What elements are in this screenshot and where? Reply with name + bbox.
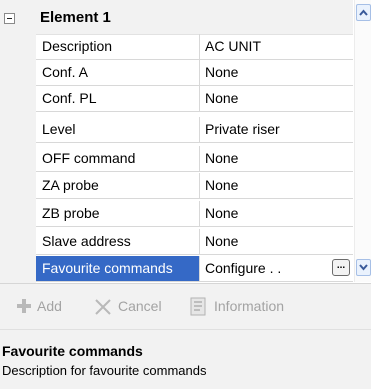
vertical-scrollbar[interactable] (354, 0, 371, 282)
property-name: Level (36, 117, 200, 142)
property-value[interactable]: AC UNIT (200, 34, 353, 59)
property-name: Conf. A (36, 60, 200, 85)
property-value[interactable]: Private riser (200, 117, 353, 142)
property-row-zb-probe[interactable]: ZB probe None (36, 201, 353, 227)
property-value[interactable]: None (200, 86, 353, 111)
grid-gutter (0, 34, 36, 283)
property-row-description[interactable]: Description AC UNIT (36, 34, 353, 60)
property-grid: Element 1 Description AC UNIT Conf. A No… (0, 0, 355, 283)
property-name: ZA probe (36, 173, 200, 198)
property-row-conf-pl[interactable]: Conf. PL None (36, 86, 353, 112)
property-value[interactable]: None (200, 229, 353, 254)
chevron-down-icon (359, 264, 368, 271)
group-title: Element 1 (40, 9, 111, 26)
property-name: ZB probe (36, 201, 200, 226)
property-name: OFF command (36, 146, 200, 171)
property-row-za-probe[interactable]: ZA probe None (36, 173, 353, 199)
ellipsis-button[interactable]: ... (332, 259, 350, 276)
chevron-up-icon (359, 9, 368, 16)
description-text: Description for favourite commands (2, 363, 207, 378)
toolbar: Add Cancel Information (0, 283, 371, 329)
property-row-slave-address[interactable]: Slave address None (36, 229, 353, 255)
property-value[interactable]: None (200, 146, 353, 171)
property-value[interactable]: None (200, 201, 353, 226)
cancel-label: Cancel (118, 298, 162, 314)
scroll-down-button[interactable] (356, 259, 371, 276)
property-row-favourite-commands[interactable]: Favourite commands Configure . . ... (36, 256, 353, 282)
property-name: Description (36, 34, 200, 59)
property-row-level[interactable]: Level Private riser (36, 117, 353, 143)
info-document-icon (190, 297, 206, 316)
property-value[interactable]: None (200, 60, 353, 85)
close-icon (95, 299, 111, 315)
property-name: Slave address (36, 229, 200, 254)
property-value[interactable]: Configure . . (200, 256, 353, 281)
add-label: Add (37, 298, 62, 314)
property-panel: Element 1 Description AC UNIT Conf. A No… (0, 0, 371, 389)
group-header[interactable]: Element 1 (0, 0, 353, 35)
property-row-off-command[interactable]: OFF command None (36, 146, 353, 172)
scroll-up-button[interactable] (356, 4, 371, 21)
property-name: Conf. PL (36, 86, 200, 111)
plus-icon (17, 299, 31, 313)
property-row-conf-a[interactable]: Conf. A None (36, 60, 353, 86)
collapse-icon[interactable] (4, 13, 15, 24)
property-name: Favourite commands (36, 256, 200, 281)
description-panel: Favourite commands Description for favou… (0, 329, 371, 389)
description-title: Favourite commands (2, 343, 143, 359)
property-value[interactable]: None (200, 173, 353, 198)
information-label: Information (214, 298, 285, 314)
